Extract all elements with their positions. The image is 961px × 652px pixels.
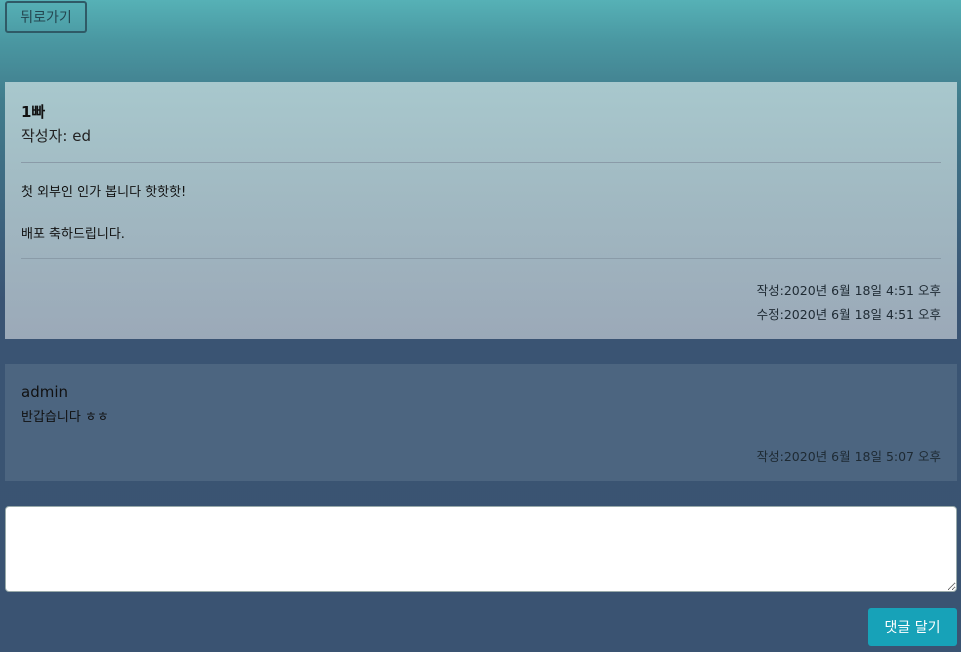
comment-item: admin 반갑습니다 ㅎㅎ 작성:2020년 6월 18일 5:07 오후	[5, 364, 957, 481]
post-author: 작성자: ed	[21, 127, 91, 145]
back-button[interactable]: 뒤로가기	[5, 1, 87, 33]
comment-created-timestamp: 작성:2020년 6월 18일 5:07 오후	[756, 449, 941, 464]
reply-textarea[interactable]	[5, 506, 957, 592]
post-divider-bottom	[21, 258, 941, 259]
comment-text: 반갑습니다 ㅎㅎ	[21, 410, 109, 425]
post-created-timestamp: 작성:2020년 6월 18일 4:51 오후	[756, 283, 941, 298]
post-card: 1빠 작성자: ed 첫 외부인 인가 봅니다 핫핫핫! 배포 축하드립니다. …	[5, 82, 957, 339]
post-modified-timestamp: 수정:2020년 6월 18일 4:51 오후	[756, 307, 941, 322]
post-divider-top	[21, 162, 941, 163]
post-title: 1빠	[21, 103, 46, 121]
post-body-line: 첫 외부인 인가 봅니다 핫핫핫!	[21, 185, 187, 200]
comment-author: admin	[21, 383, 68, 401]
post-body-line: 배포 축하드립니다.	[21, 227, 125, 242]
submit-reply-button[interactable]: 댓글 달기	[868, 608, 957, 646]
